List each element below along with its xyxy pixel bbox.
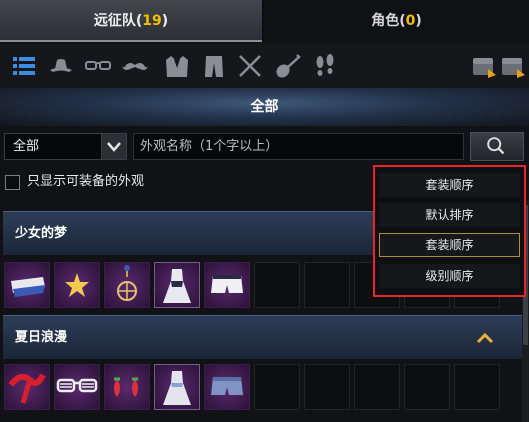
chest-icon[interactable] [470,52,498,80]
denim-shorts-icon [211,377,243,395]
item-slot[interactable] [4,364,50,410]
dress-icon [163,371,191,405]
item-slot[interactable] [204,364,250,410]
empty-slot [354,364,400,410]
equippable-only-label: 只显示可装备的外观 [27,174,145,189]
empty-slot [304,262,350,308]
category-select-value: 全部 [13,139,40,154]
sort-option-set-order[interactable]: 套装顺序 [379,173,520,197]
hat-icon [11,277,45,297]
section-title: 夏日浪漫 [15,330,68,345]
tab-expedition-count: 19 [142,13,162,29]
glasses-icon[interactable] [84,52,112,80]
dress-icon [163,269,191,303]
pants-icon[interactable] [200,52,228,80]
item-slot[interactable] [4,262,50,308]
chest-alt-icon[interactable] [499,52,527,80]
sort-option-set-order-selected[interactable]: 套装顺序 [379,233,520,257]
item-slot[interactable] [154,262,200,308]
item-slot[interactable] [54,262,100,308]
category-filter-row [0,44,529,88]
section-header[interactable]: 夏日浪漫 [3,315,522,359]
chevron-down-icon[interactable] [101,134,126,159]
item-slot[interactable] [54,364,100,410]
shutter-glasses-icon [56,378,98,393]
sort-option-default[interactable]: 默认排序 [379,203,520,227]
tab-character[interactable]: 角色(0) [264,0,529,42]
footprints-icon[interactable] [311,52,339,80]
search-button[interactable] [470,132,524,161]
suit-icon[interactable] [163,52,191,80]
necklace-icon [117,265,137,301]
empty-slot [254,364,300,410]
search-icon [487,137,505,155]
hat-icon[interactable] [47,52,75,80]
guitar-icon[interactable] [273,52,301,80]
category-banner: 全部 [0,88,529,126]
tab-character-count: 0 [405,13,416,29]
sort-option-level[interactable]: 级别顺序 [379,264,520,288]
section-title: 少女的梦 [15,226,68,241]
ribbon-icon [8,373,46,404]
item-slot[interactable] [104,262,150,308]
empty-slot [404,364,450,410]
strawberry-earrings-icon [114,377,138,397]
star-icon [65,273,89,297]
empty-slot [304,364,350,410]
empty-slot [254,262,300,308]
tab-expedition[interactable]: 远征队(19) [0,0,262,42]
item-slot[interactable] [104,364,150,410]
shorts-icon [211,275,243,293]
item-slot[interactable] [204,262,250,308]
list-icon[interactable] [10,52,38,80]
tab-character-label: 角色 [371,13,400,29]
chevron-up-icon[interactable] [475,331,495,345]
search-input[interactable]: 外观名称（1个字以上） [133,133,464,160]
tab-bar: 远征队(19) 角色(0) [0,0,529,42]
sort-dropdown-menu: 套装顺序 默认排序 套装顺序 级别顺序 [373,165,526,297]
category-select[interactable]: 全部 [4,133,127,160]
item-slot[interactable] [154,364,200,410]
equippable-only-checkbox[interactable] [5,175,20,190]
tab-expedition-label: 远征队 [93,13,136,29]
swords-icon[interactable] [236,52,264,80]
empty-slot [454,364,500,410]
mustache-icon[interactable] [121,52,149,80]
